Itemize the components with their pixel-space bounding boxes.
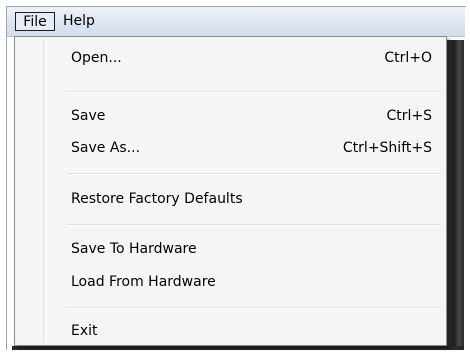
menu-help[interactable]: Help	[59, 12, 99, 31]
menu-item-label: Save To Hardware	[71, 241, 197, 257]
menu-separator	[67, 224, 442, 226]
menu-item-label: Restore Factory Defaults	[71, 191, 243, 207]
menu-item-save-to-hardware[interactable]: Save To Hardware	[17, 233, 444, 265]
menu-item-save-as[interactable]: Save As... Ctrl+Shift+S	[17, 132, 444, 164]
menu-file[interactable]: File	[15, 12, 55, 31]
menu-item-restore-factory-defaults[interactable]: Restore Factory Defaults	[17, 183, 444, 215]
menu-separator	[67, 307, 442, 309]
menu-item-exit[interactable]: Exit	[17, 315, 444, 347]
menu-item-label: Open...	[71, 50, 122, 66]
menu-separator	[67, 91, 442, 93]
app-window: File Help Open... Ctrl+O Save Ctrl+S Sav…	[0, 0, 470, 356]
menu-item-shortcut: Ctrl+S	[386, 108, 432, 124]
menu-separator	[67, 173, 442, 175]
menu-item-shortcut: Ctrl+O	[384, 50, 432, 66]
menu-item-shortcut: Ctrl+Shift+S	[342, 140, 432, 156]
menu-bar: File Help	[7, 7, 465, 37]
menu-item-save[interactable]: Save Ctrl+S	[17, 100, 444, 132]
menu-item-label: Load From Hardware	[71, 274, 216, 290]
menu-item-load-from-hardware[interactable]: Load From Hardware	[17, 266, 444, 298]
menu-item-label: Exit	[71, 323, 98, 339]
file-menu-dropdown: Open... Ctrl+O Save Ctrl+S Save As... Ct…	[14, 36, 447, 346]
menu-item-open[interactable]: Open... Ctrl+O	[17, 42, 444, 74]
menu-item-label: Save As...	[71, 140, 141, 156]
menu-item-label: Save	[71, 108, 106, 124]
